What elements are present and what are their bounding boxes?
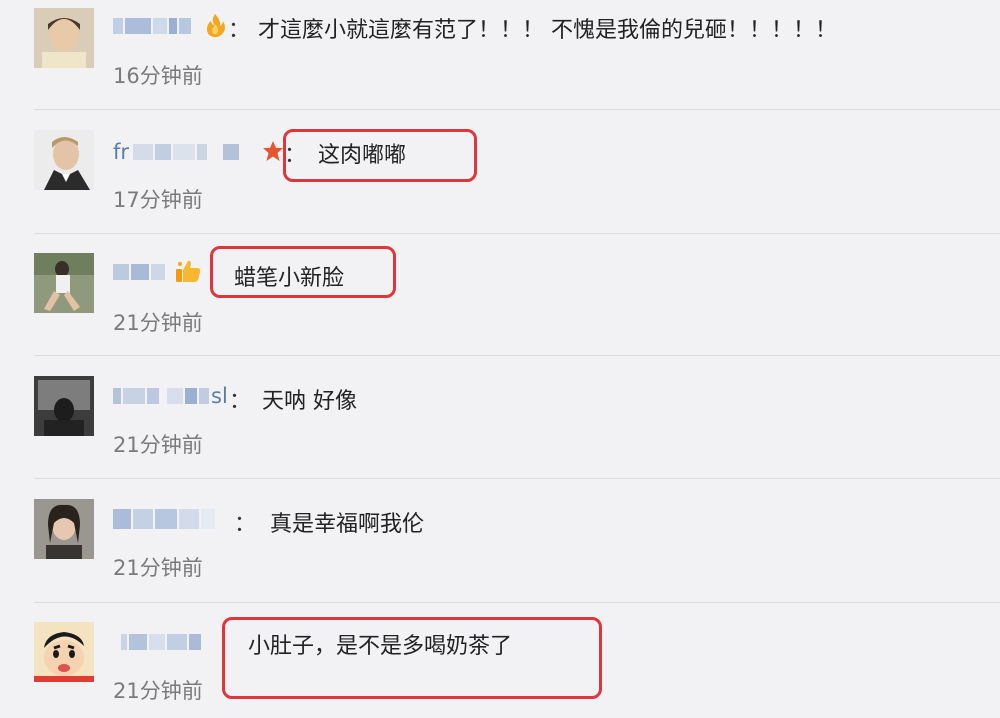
username[interactable]: fr [113,138,241,166]
avatar[interactable] [34,622,94,682]
username[interactable] [113,505,217,533]
avatar-dark-photo-icon [34,376,94,436]
highlight-box [210,246,396,298]
avatar-man-suit-icon [34,130,94,190]
comment-item: 小肚子，是不是多喝奶茶了 21分钟前 [0,0,1000,703]
avatar[interactable] [34,253,94,313]
comment-text: 天呐 好像 [262,389,357,414]
avatar[interactable] [34,376,94,436]
timestamp: 21分钟前 [113,311,203,335]
divider [34,602,1000,603]
username-text: sl [211,384,228,408]
thumbs-up-badge-icon [176,260,201,282]
avatar-girl-car-icon [34,499,94,559]
highlight-box [222,617,602,699]
divider [34,233,1000,234]
highlight-box [283,129,477,182]
timestamp: 21分钟前 [113,433,203,457]
timestamp: 21分钟前 [113,556,203,580]
timestamp: 17分钟前 [113,188,203,212]
avatar[interactable] [34,499,94,559]
username[interactable] [113,258,167,286]
username-text: fr [113,140,130,164]
colon: ： [229,389,252,414]
avatar[interactable] [34,130,94,190]
divider [34,355,1000,356]
colon: ： [234,512,257,537]
star-badge-icon [263,141,283,161]
timestamp: 21分钟前 [113,679,203,703]
username[interactable]: sl [113,382,228,410]
username[interactable] [113,628,203,656]
avatar-crayon-shinchan-icon [34,622,94,682]
avatar-woman-sitting-icon [34,253,94,313]
comment-text: 真是幸福啊我伦 [270,512,425,537]
divider [34,478,1000,479]
